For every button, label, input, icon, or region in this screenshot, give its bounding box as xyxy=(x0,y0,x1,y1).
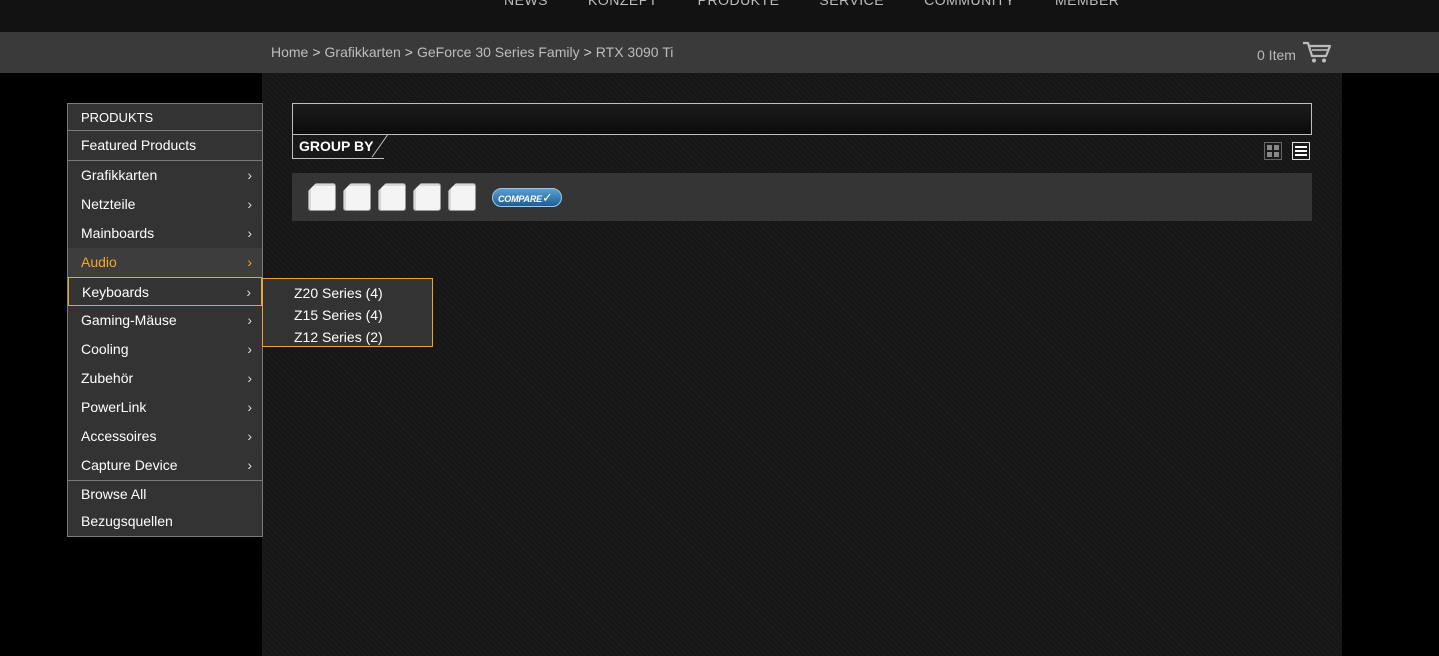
menu-item-cooling[interactable]: Cooling › xyxy=(68,335,262,364)
compare-slot[interactable] xyxy=(448,183,476,211)
chevron-right-icon: › xyxy=(247,341,252,357)
chevron-right-icon: › xyxy=(247,312,252,328)
nav-konzept[interactable]: KONZEPT xyxy=(588,0,658,8)
chevron-right-icon: › xyxy=(247,370,252,386)
menu-item-label: Netzteile xyxy=(81,196,136,212)
menu-item-zubehoer[interactable]: Zubehör › xyxy=(68,364,262,393)
chevron-right-icon: › xyxy=(246,284,251,300)
menu-bezugsquellen[interactable]: Bezugsquellen xyxy=(68,508,262,535)
submenu-item-z12-series[interactable]: Z12 Series (2) xyxy=(263,326,432,348)
nav-member[interactable]: MEMBER xyxy=(1055,0,1119,8)
chevron-right-icon: › xyxy=(247,428,252,444)
top-nav-items: NEWS KONZEPT PRODUKTE SERVICE COMMUNITY … xyxy=(504,0,1159,8)
nav-news[interactable]: NEWS xyxy=(504,0,548,8)
compare-button[interactable]: COMPARE✓ xyxy=(492,188,562,207)
group-by-label[interactable]: GROUP BY xyxy=(292,135,384,159)
menu-item-label: Capture Device xyxy=(81,457,178,473)
product-filter-box[interactable] xyxy=(292,103,1312,135)
menu-item-label: Accessoires xyxy=(81,428,157,444)
menu-featured-products[interactable]: Featured Products xyxy=(68,131,262,161)
top-navigation: NEWS KONZEPT PRODUKTE SERVICE COMMUNITY … xyxy=(0,0,1439,32)
menu-item-gaming-maeuse[interactable]: Gaming-Mäuse › xyxy=(68,306,262,335)
chevron-right-icon: › xyxy=(247,399,252,415)
chevron-right-icon: › xyxy=(247,254,252,270)
menu-item-label: Keyboards xyxy=(82,284,149,300)
breadcrumb-home[interactable]: Home xyxy=(271,44,308,60)
menu-item-label: Grafikkarten xyxy=(81,167,158,183)
menu-item-grafikkarten[interactable]: Grafikkarten › xyxy=(68,161,262,190)
view-toggle xyxy=(1264,142,1310,160)
menu-item-label: Gaming-Mäuse xyxy=(81,312,177,328)
breadcrumb-grafikkarten[interactable]: Grafikkarten xyxy=(325,44,401,60)
breadcrumb-separator: > xyxy=(404,44,413,60)
chevron-right-icon: › xyxy=(247,167,252,183)
submenu-item-z15-series[interactable]: Z15 Series (4) xyxy=(263,304,432,326)
menu-item-label: PowerLink xyxy=(81,399,147,415)
compare-slot[interactable] xyxy=(413,183,441,211)
breadcrumb-separator: > xyxy=(583,44,592,60)
menu-browse-all[interactable]: Browse All xyxy=(68,481,262,508)
keyboards-submenu: Z20 Series (4) Z15 Series (4) Z12 Series… xyxy=(262,278,433,347)
breadcrumb-bar: Home > Grafikkarten > GeForce 30 Series Fami… xyxy=(0,32,1439,73)
compare-button-label: COMPARE xyxy=(498,194,542,204)
menu-item-label: Audio xyxy=(81,254,117,270)
checkmark-icon: ✓ xyxy=(541,190,553,205)
menu-item-mainboards[interactable]: Mainboards › xyxy=(68,219,262,248)
product-category-menu: PRODUKTS Featured Products Grafikkarten … xyxy=(67,103,263,537)
menu-footer-links: Browse All Bezugsquellen xyxy=(68,480,262,535)
breadcrumb-rtx-3090-ti[interactable]: RTX 3090 Ti xyxy=(596,44,674,60)
menu-title: PRODUKTS xyxy=(68,104,262,131)
nav-produkte[interactable]: PRODUKTE xyxy=(698,0,780,8)
submenu-item-z20-series[interactable]: Z20 Series (4) xyxy=(263,282,432,304)
menu-item-label: Zubehör xyxy=(81,370,134,386)
cart-count[interactable]: 0 Item xyxy=(1257,47,1296,63)
menu-item-audio[interactable]: Audio › xyxy=(68,248,262,277)
shopping-cart-icon[interactable] xyxy=(1302,40,1332,69)
nav-community[interactable]: COMMUNITY xyxy=(924,0,1015,8)
menu-item-keyboards[interactable]: Keyboards › xyxy=(68,277,262,306)
menu-item-accessoires[interactable]: Accessoires › xyxy=(68,422,262,451)
chevron-right-icon: › xyxy=(247,225,252,241)
menu-item-capture-device[interactable]: Capture Device › xyxy=(68,451,262,480)
breadcrumb-geforce-30-series[interactable]: GeForce 30 Series Family xyxy=(417,44,580,60)
nav-service[interactable]: SERVICE xyxy=(819,0,884,8)
menu-item-label: Mainboards xyxy=(81,225,155,241)
compare-slot[interactable] xyxy=(378,183,406,211)
menu-item-label: Cooling xyxy=(81,341,129,357)
cart[interactable]: 0 Item xyxy=(1257,40,1332,69)
breadcrumb: Home > Grafikkarten > GeForce 30 Series Fami… xyxy=(271,44,673,60)
menu-item-netzteile[interactable]: Netzteile › xyxy=(68,190,262,219)
compare-slot[interactable] xyxy=(308,183,336,211)
breadcrumb-separator: > xyxy=(312,44,321,60)
compare-slot[interactable] xyxy=(343,183,371,211)
product-listing-panel: GROUP BY COMPARE✓ xyxy=(262,73,1342,656)
compare-bar: COMPARE✓ xyxy=(292,173,1312,221)
grid-view-icon[interactable] xyxy=(1264,142,1282,160)
chevron-right-icon: › xyxy=(247,457,252,473)
menu-item-powerlink[interactable]: PowerLink › xyxy=(68,393,262,422)
list-view-icon[interactable] xyxy=(1292,142,1310,160)
chevron-right-icon: › xyxy=(247,196,252,212)
